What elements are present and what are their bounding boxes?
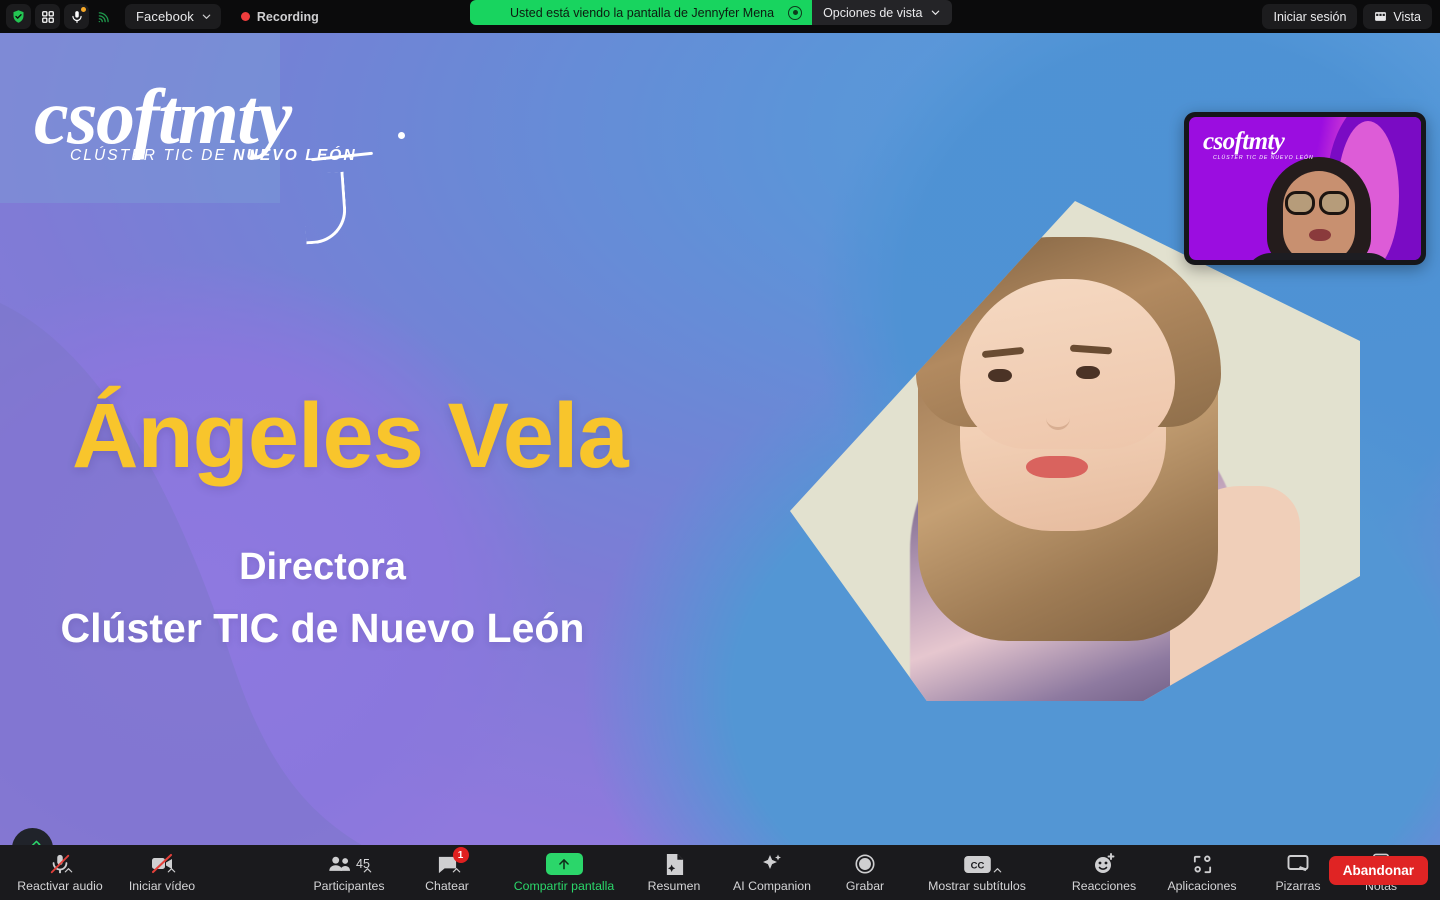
leave-meeting-label: Abandonar [1342,863,1414,878]
view-button-label: Vista [1393,9,1421,24]
microphone-icon[interactable] [64,4,89,29]
recording-label: Recording [256,9,319,24]
portrait-lips [1026,456,1088,478]
microphone-muted-icon [49,852,74,876]
pip-logo-tagline: CLÚSTER TIC DE NUEVO LEÓN [1213,155,1314,161]
recording-status: Recording [240,9,319,24]
screen-share-notice: Usted está viendo la pantalla de Jennyfe… [470,0,813,25]
pip-video-frame: csoftmty CLÚSTER TIC DE NUEVO LEÓN [1189,117,1421,260]
apps-bracket-icon [1191,852,1214,876]
record-circle-icon [854,852,876,876]
audio-button[interactable]: Reactivar audio [6,845,114,900]
participants-button-label: Participantes [313,879,385,893]
view-button[interactable]: Vista [1363,4,1432,29]
chat-bubble-icon: 1 [436,847,469,876]
camera-muted-icon [150,852,177,876]
summary-button[interactable]: Resumen [628,845,720,900]
pip-face [1283,171,1355,260]
app-selector[interactable]: Facebook [125,4,221,29]
leave-meeting-button[interactable]: Abandonar [1328,856,1428,885]
summary-button-label: Resumen [647,879,701,893]
portrait-eye-left [988,369,1012,382]
logo-wordmark: csoftmty [34,73,292,160]
captions-button[interactable]: CC Mostrar subtítulos [906,845,1048,900]
video-button[interactable]: Iniciar vídeo [114,845,210,900]
topbar-left-group: Facebook Recording [0,4,319,29]
chevron-up-icon[interactable] [166,865,177,876]
ai-companion-button[interactable]: AI Companion [720,845,824,900]
pip-participant-figure [1245,157,1395,260]
shared-screen-content: csoftmty CLÚSTER TIC DE NUEVO LEÓN Ángel… [0,33,1440,845]
speaker-name: Ángeles Vela [72,385,629,487]
screen-share-notice-bar: Usted está viendo la pantalla de Jennyfe… [470,0,953,25]
csoftmty-logo: csoftmty CLÚSTER TIC DE NUEVO LEÓN [34,73,405,245]
sparkles-icon [760,852,784,876]
pip-mouth [1309,229,1331,241]
people-icon: 45 [328,852,373,876]
system-top-bar: Facebook Recording Usted está viendo la … [0,0,1440,33]
share-indicator-icon[interactable] [788,5,803,20]
app-selector-label: Facebook [136,9,194,24]
chevron-up-icon[interactable] [63,865,74,876]
record-button[interactable]: Grabar [824,845,906,900]
view-options-button[interactable]: Opciones de vista [812,0,953,25]
closed-caption-icon: CC [963,852,1001,876]
reactions-button-label: Reacciones [1071,879,1137,893]
meeting-controls-bar: Reactivar audio Iniciar vídeo 45 Partici… [0,845,1440,900]
shield-check-icon[interactable] [6,4,31,29]
reactions-button[interactable]: Reacciones [1058,845,1150,900]
chevron-up-icon[interactable] [992,865,1003,876]
sign-in-button[interactable]: Iniciar sesión [1262,4,1358,29]
topbar-right-group: Iniciar sesión Vista [1262,0,1432,33]
svg-text:CC: CC [970,860,984,871]
portrait-eye-right [1076,366,1100,379]
pip-jacket [1245,253,1395,260]
chat-unread-badge: 1 [452,847,469,863]
participants-button[interactable]: 45 Participantes [294,845,404,900]
chevron-down-icon [202,14,211,19]
pip-csoftmty-logo: csoftmty CLÚSTER TIC DE NUEVO LEÓN [1203,129,1314,161]
chat-button-label: Chatear [425,879,469,893]
audio-button-label: Reactivar audio [17,879,103,893]
pip-logo-wordmark: csoftmty [1203,128,1285,155]
chevron-down-icon [932,10,940,15]
record-button-label: Grabar [845,879,885,893]
summary-doc-icon [664,852,685,876]
whiteboard-icon [1286,852,1310,876]
screen-share-notice-text: Usted está viendo la pantalla de Jennyfe… [510,5,775,20]
share-screen-button-label: Compartir pantalla [513,879,615,893]
logo-dot-mark [398,132,405,139]
apps-grid-icon[interactable] [35,4,60,29]
whiteboards-button-label: Pizarras [1275,879,1321,893]
pip-glasses-left [1285,191,1315,215]
speaker-organization: Clúster TIC de Nuevo León [60,605,585,651]
ai-companion-button-label: AI Companion [733,879,811,893]
share-screen-button[interactable]: Compartir pantalla [500,845,628,900]
reaction-smiley-icon [1092,852,1116,876]
captions-button-label: Mostrar subtítulos [928,879,1026,893]
chevron-up-icon[interactable] [451,865,462,876]
pip-glasses-right [1319,191,1349,215]
layout-grid-icon [1375,12,1387,21]
chevron-up-icon[interactable] [362,865,373,876]
wifi-signal-icon [93,4,115,29]
apps-button[interactable]: Aplicaciones [1150,845,1254,900]
picture-in-picture-video[interactable]: csoftmty CLÚSTER TIC DE NUEVO LEÓN [1184,112,1426,265]
share-screen-icon [545,852,583,876]
chat-button[interactable]: 1 Chatear [404,845,490,900]
speaker-role: Directora [239,546,406,588]
sign-in-label: Iniciar sesión [1273,9,1347,24]
view-options-label: Opciones de vista [823,5,923,20]
recording-dot-icon [240,12,250,21]
video-button-label: Iniciar vídeo [128,879,196,893]
apps-button-label: Aplicaciones [1167,879,1237,893]
